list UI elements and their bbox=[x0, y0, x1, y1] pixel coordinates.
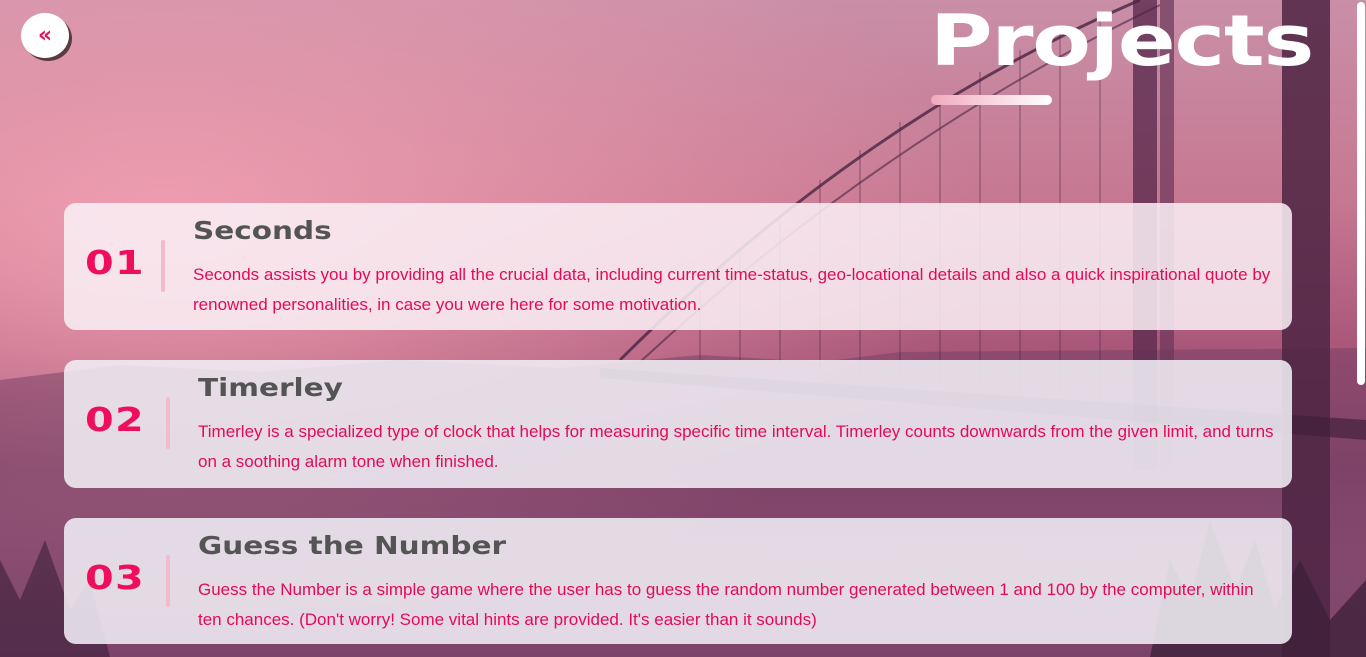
project-number: 02 bbox=[85, 400, 145, 439]
projects-page: « Projects 01 Seconds Seconds assists yo… bbox=[0, 0, 1366, 657]
title-underline bbox=[931, 95, 1052, 105]
page-title: Projects bbox=[930, 0, 1314, 82]
card-divider bbox=[166, 397, 170, 449]
project-title-link[interactable]: Guess the Number bbox=[198, 531, 506, 561]
card-divider bbox=[166, 555, 170, 607]
double-chevron-left-icon: « bbox=[37, 23, 53, 48]
project-number: 01 bbox=[85, 243, 145, 282]
project-description: Guess the Number is a simple game where … bbox=[198, 580, 1254, 629]
project-description: Timerley is a specialized type of clock … bbox=[198, 422, 1274, 471]
project-description: Seconds assists you by providing all the… bbox=[193, 265, 1271, 314]
back-button[interactable]: « bbox=[21, 13, 69, 58]
scrollbar-thumb[interactable] bbox=[1357, 2, 1365, 385]
card-divider bbox=[161, 240, 165, 292]
project-card: 01 Seconds Seconds assists you by provid… bbox=[64, 203, 1292, 330]
project-card: 02 Timerley Timerley is a specialized ty… bbox=[64, 360, 1292, 488]
project-title-link[interactable]: Seconds bbox=[193, 216, 332, 246]
scrollbar[interactable] bbox=[1356, 0, 1366, 657]
project-card: 03 Guess the Number Guess the Number is … bbox=[64, 518, 1292, 644]
project-number: 03 bbox=[85, 558, 145, 597]
project-title-link[interactable]: Timerley bbox=[198, 373, 343, 403]
